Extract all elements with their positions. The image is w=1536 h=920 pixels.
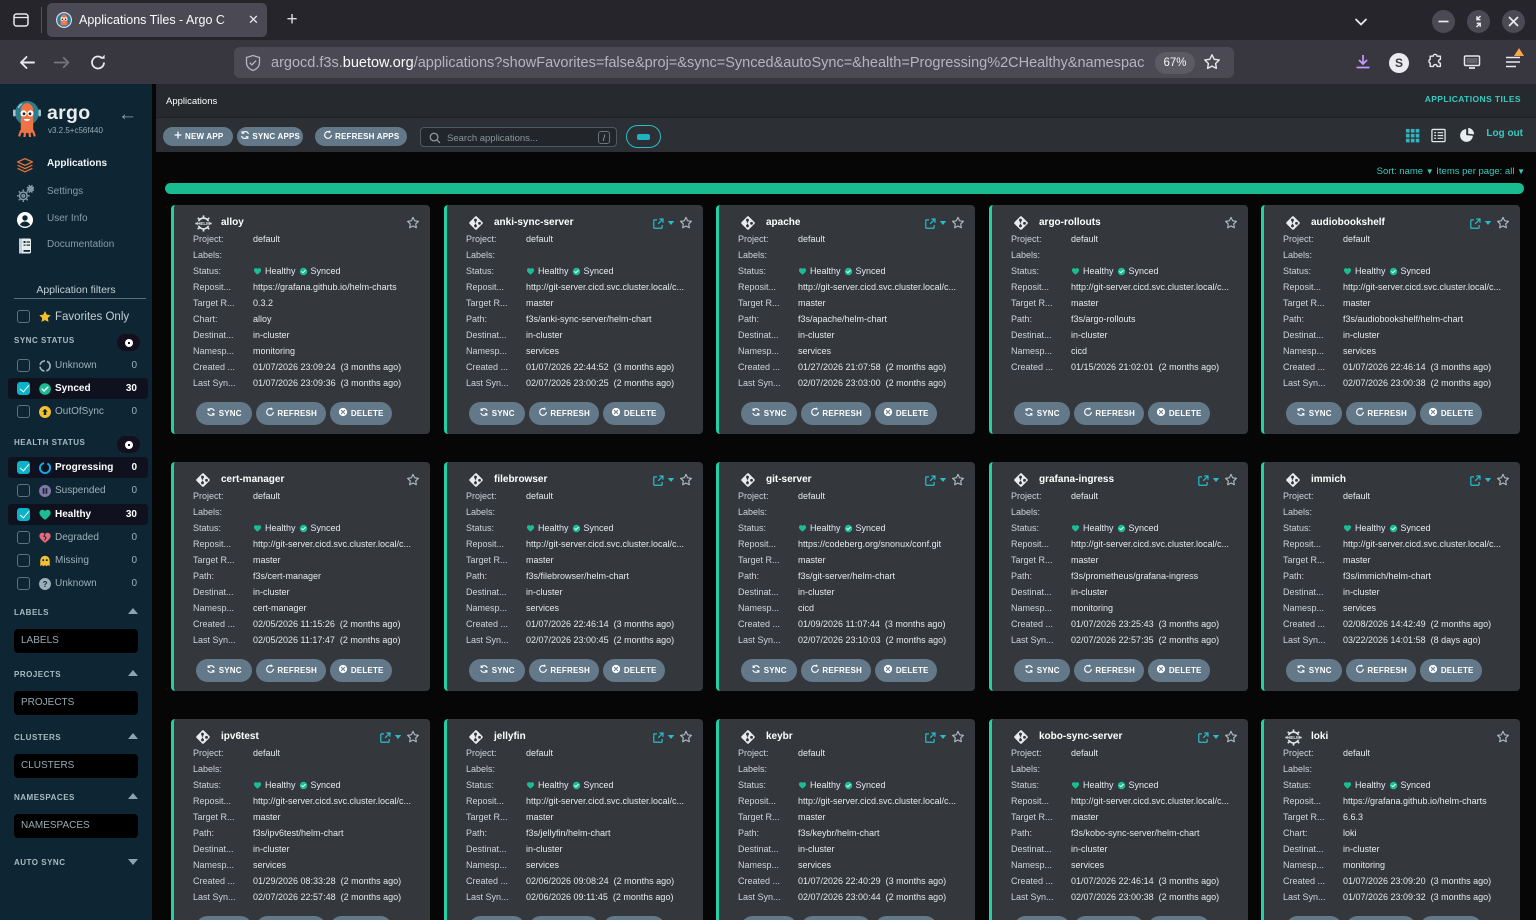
svg-text:?: ? [43, 580, 48, 589]
svg-text:HELM: HELM [1287, 735, 1300, 740]
svg-text:HELM: HELM [197, 221, 210, 226]
